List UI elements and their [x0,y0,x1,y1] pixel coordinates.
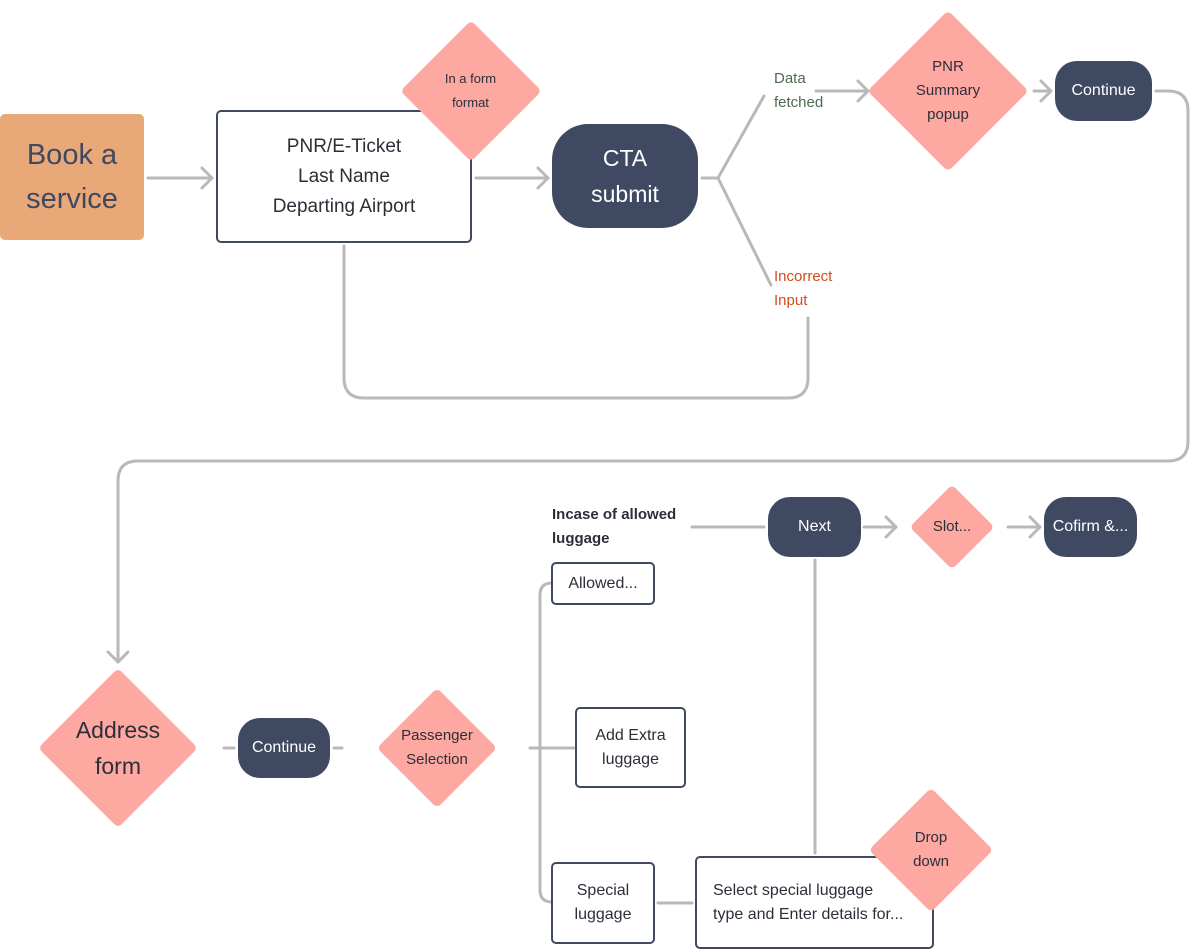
continue-bottom-node[interactable]: Continue [238,718,330,778]
slot-decision[interactable]: Slot... [900,484,1004,570]
allowed-note-line: luggage [552,530,610,547]
edge-incorrect-loop [342,244,810,400]
incorrect-input-label: Incorrect Input [774,265,832,313]
special-line: luggage [574,906,632,923]
add-extra-luggage-node[interactable]: Add Extra luggage [575,707,686,788]
slot-label: Slot... [932,518,972,535]
edge-cta-to-incorrect [716,176,773,287]
allowed-note-line: Incase of allowed [552,506,677,523]
address-form-line: Address [75,717,161,743]
next-node[interactable]: Next [768,497,861,557]
confirm-label: Cofirm &... [1052,518,1129,535]
book-service-label: Book a service [26,139,118,215]
confirm-node[interactable]: Cofirm &... [1044,497,1137,557]
incorrect-input-line: Incorrect [774,268,833,285]
form-format-line: In a form [444,71,497,86]
pnr-summary-decision[interactable]: PNR Summary popup [866,9,1030,173]
continue-top-label: Continue [1071,82,1136,99]
pnr-summary-line: popup [927,106,969,123]
incorrect-input-line: Input [774,292,808,309]
special-line: Special [576,882,630,899]
drop-down-line: Drop [914,829,948,846]
book-service-node[interactable]: Book a service [0,114,144,240]
data-fetched-label: Data fetched [774,67,823,115]
pnr-form-line: PNR/E-Ticket [286,135,402,157]
cta-submit-node[interactable]: CTA submit [552,124,698,228]
passenger-selection-decision[interactable]: Passenger Selection [344,687,530,809]
add-extra-line: luggage [602,750,659,768]
add-extra-line: Add Extra [595,726,666,744]
cta-submit-line: CTA [602,145,648,171]
address-form-line: form [95,753,141,779]
data-fetched-line: fetched [774,94,824,111]
drop-down-decision[interactable]: Drop down [867,787,995,913]
edge-passenger-branch [528,581,554,904]
form-format-line: format [452,95,489,110]
pnr-form-line: Last Name [298,165,390,187]
continue-top-node[interactable]: Continue [1055,61,1152,121]
special-details-line: type and Enter details for... [713,905,904,923]
allowed-label: Allowed... [568,574,638,592]
pnr-summary-line: Summary [915,82,981,99]
passenger-selection-line: Passenger [401,727,473,744]
address-form-decision[interactable]: Address form [14,668,222,828]
pnr-summary-line: PNR [932,58,964,75]
data-fetched-line: Data [774,70,806,87]
cta-submit-line: submit [591,181,659,207]
allowed-luggage-note: Incase of allowed luggage [552,503,676,551]
continue-bottom-label: Continue [251,739,317,756]
special-luggage-node[interactable]: Special luggage [551,862,655,944]
form-format-decision[interactable]: In a form format [398,20,543,162]
pnr-form-line: Departing Airport [272,195,416,217]
allowed-node[interactable]: Allowed... [551,562,655,605]
next-label: Next [798,518,831,535]
drop-down-line: down [913,853,949,870]
passenger-selection-line: Selection [406,751,468,768]
edge-cta-to-data-fetched [716,94,766,180]
